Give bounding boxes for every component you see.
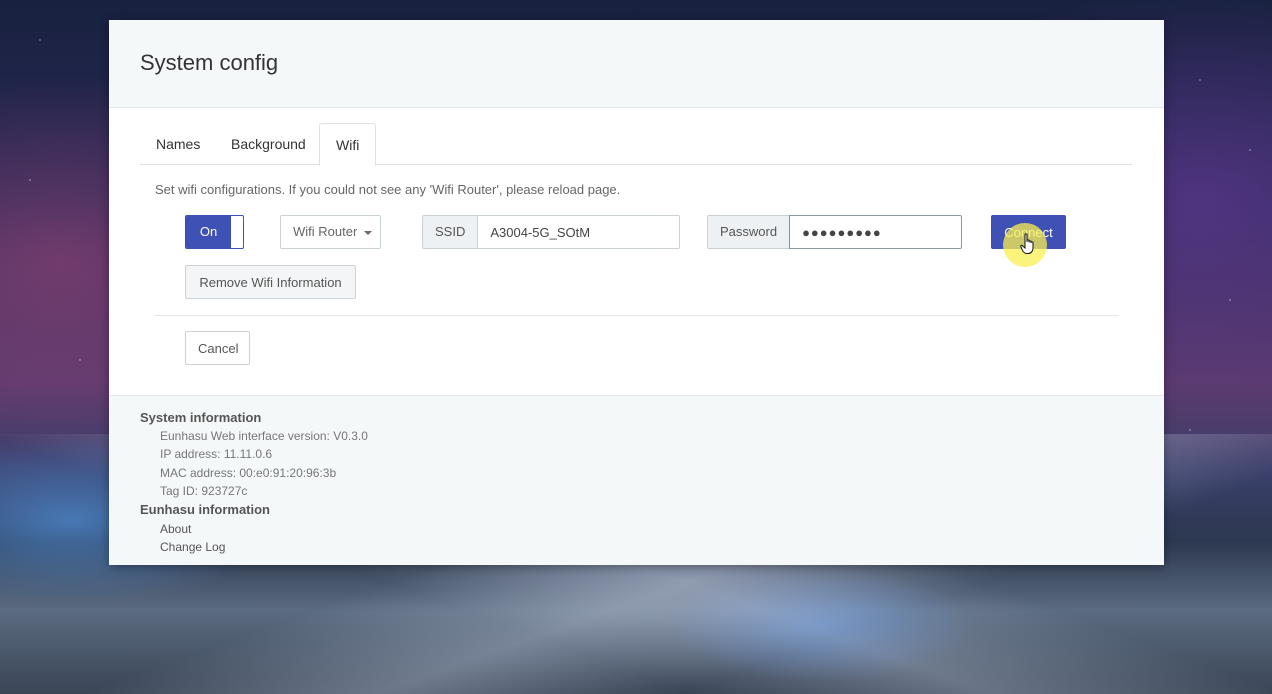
divider <box>155 315 1119 316</box>
wifi-toggle[interactable]: On <box>185 215 244 249</box>
system-config-panel: System config Names Background Wifi Set … <box>109 20 1164 565</box>
ssid-label: SSID <box>422 215 478 249</box>
password-input[interactable] <box>789 215 963 249</box>
mac-address: MAC address: 00:e0:91:20:96:3b <box>160 466 337 480</box>
change-log-link[interactable]: Change Log <box>160 540 225 554</box>
tab-names[interactable]: Names <box>140 123 216 165</box>
page-title: System config <box>140 50 279 75</box>
ip-address: IP address: 11.11.0.6 <box>160 447 273 461</box>
connect-button[interactable]: Connect <box>991 215 1066 249</box>
tag-id: Tag ID: 923727c <box>160 484 248 498</box>
eunhasu-information-heading: Eunhasu information <box>140 502 270 517</box>
password-input-group: Password <box>707 215 963 249</box>
tab-wifi[interactable]: Wifi <box>319 123 377 166</box>
system-information-heading: System information <box>140 410 262 425</box>
ssid-input[interactable] <box>477 215 681 249</box>
wifi-help-text: Set wifi configurations. If you could no… <box>155 182 621 197</box>
tab-bar: Names Background Wifi <box>140 123 1132 166</box>
cancel-button[interactable]: Cancel <box>185 331 250 365</box>
footer: System information Eunhasu Web interface… <box>109 395 1164 565</box>
wifi-toggle-label: On <box>186 216 231 248</box>
remove-wifi-button[interactable]: Remove Wifi Information <box>185 265 356 299</box>
web-interface-version: Eunhasu Web interface version: V0.3.0 <box>160 429 368 443</box>
ssid-input-group: SSID <box>422 215 681 249</box>
about-link[interactable]: About <box>160 522 191 536</box>
tab-background[interactable]: Background <box>215 123 322 165</box>
wifi-router-dropdown[interactable]: Wifi Router <box>280 215 381 249</box>
wifi-router-dropdown-label: Wifi Router <box>293 224 358 239</box>
panel-header: System config <box>109 20 1164 108</box>
password-label: Password <box>707 215 790 249</box>
caret-down-icon <box>363 230 372 235</box>
